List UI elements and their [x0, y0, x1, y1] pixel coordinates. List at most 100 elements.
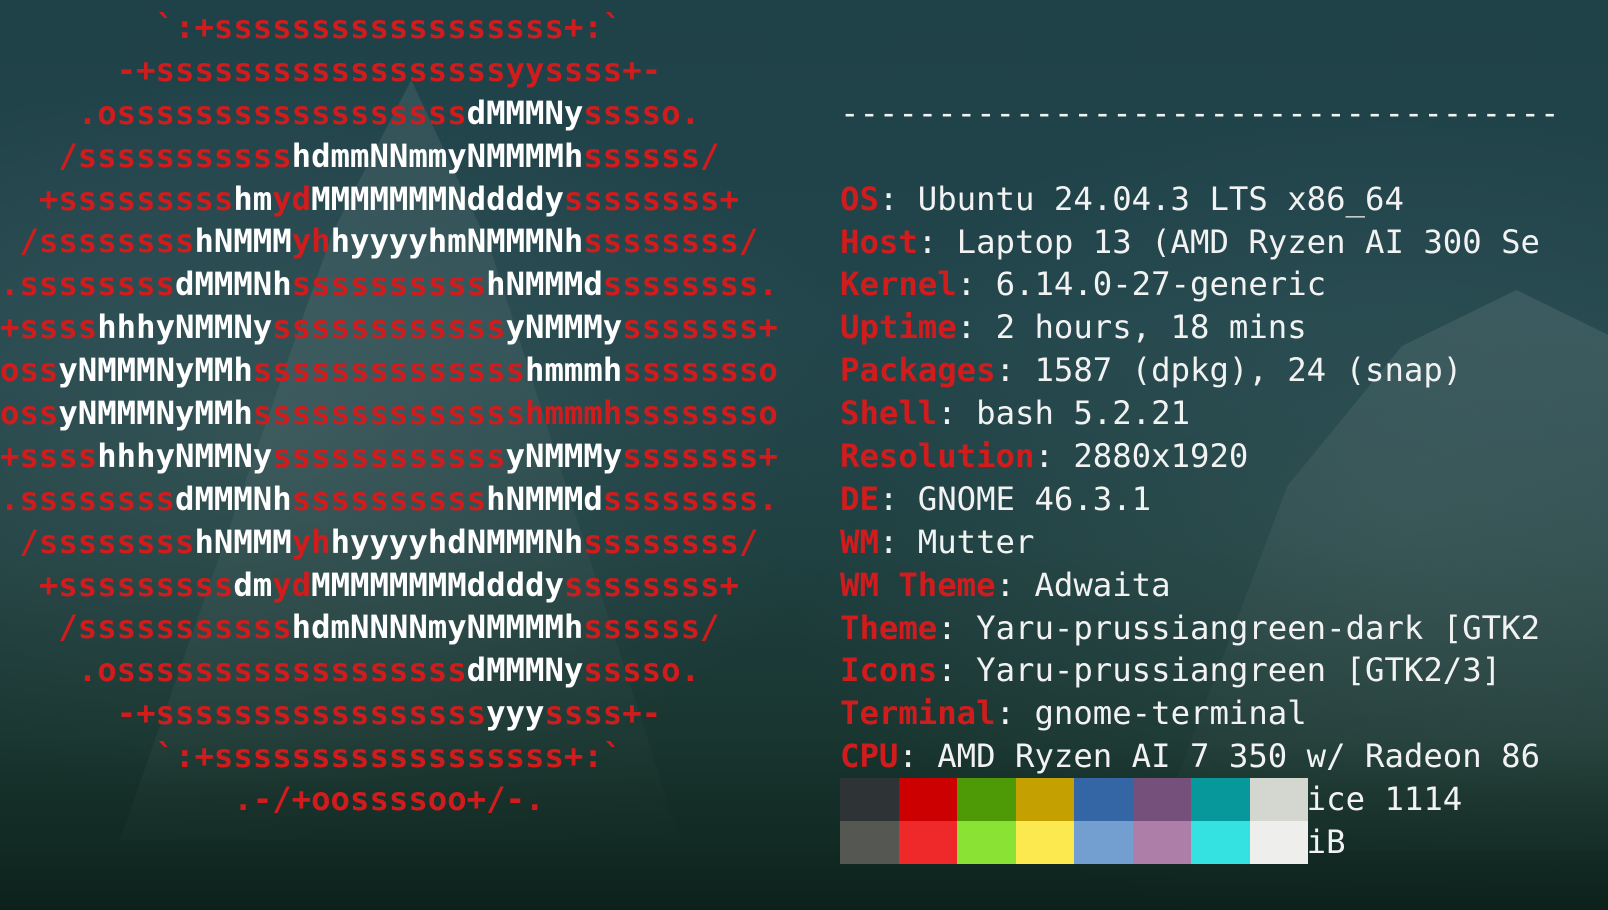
- info-key: Icons: [840, 651, 938, 690]
- info-value: GNOME 46.3.1: [917, 479, 1152, 518]
- logo-segment: .ssssssss: [0, 265, 175, 304]
- logo-segment: ssssssss+: [563, 179, 739, 218]
- logo-segment: .ossssssssssssssssss: [0, 651, 467, 690]
- logo-segment: ssssssssssssss: [252, 351, 526, 390]
- logo-segment: MMMMMMMNddddy: [311, 179, 564, 218]
- logo-line: -+ssssssssssssssssssyyssss+-: [0, 49, 800, 92]
- logo-segment: yd: [272, 565, 312, 604]
- info-colon: :: [1034, 436, 1074, 475]
- logo-segment: yd: [272, 179, 312, 218]
- info-key: Packages: [840, 351, 996, 390]
- color-swatch-normal: [1249, 778, 1308, 821]
- ubuntu-ascii-logo: `:+ssssssssssssssssss+:` -+sssssssssssss…: [0, 6, 800, 821]
- logo-segment: +ssss: [0, 436, 98, 475]
- info-value: 2880x1920: [1073, 436, 1249, 475]
- info-colon: :: [937, 651, 977, 690]
- info-value: 6.14.0-27-generic: [995, 265, 1327, 304]
- logo-segment: ssssssso: [622, 351, 778, 390]
- logo-segment: +sssssssss: [0, 565, 234, 604]
- info-row-host: Host: Laptop 13 (AMD Ryzen AI 300 Se: [840, 221, 1608, 264]
- color-swatch-bright: [1132, 821, 1191, 864]
- info-key: WM: [840, 522, 879, 561]
- logo-segment: ssssss/: [583, 608, 720, 647]
- terminal-color-palette: [840, 778, 1308, 864]
- logo-segment: hyyyyhdNMMMNh: [330, 522, 584, 561]
- logo-segment: yNMMMy: [505, 436, 623, 475]
- info-colon: :: [995, 565, 1035, 604]
- info-value: gnome-terminal: [1034, 694, 1307, 733]
- info-key: Terminal: [840, 694, 996, 733]
- logo-segment: ssssssssssss: [272, 436, 506, 475]
- logo-line: .-/+oossssoo+/-.: [0, 778, 800, 821]
- info-key: Kernel: [840, 265, 957, 304]
- logo-segment: sssssss+: [622, 436, 778, 475]
- info-colon: :: [937, 608, 977, 647]
- logo-segment: /sssssssssss: [0, 136, 292, 175]
- logo-segment: dMMMNh: [175, 265, 292, 304]
- logo-line: .ssssssssdMMMNhsssssssssshNMMMdssssssss.: [0, 263, 800, 306]
- info-key: DE: [840, 479, 879, 518]
- color-swatch-normal: [898, 778, 957, 821]
- logo-segment: +sssssssss: [0, 179, 234, 218]
- logo-segment: hhhyNMMNy: [97, 436, 273, 475]
- logo-segment: -+sssssssssssssssss: [0, 694, 487, 733]
- info-row-wm-theme: WM Theme: Adwaita: [840, 564, 1608, 607]
- logo-segment: hdmmNNmmyNMMMMh: [291, 136, 584, 175]
- logo-line: ossyNMMMNyMMhsssssssssssssshmmmhssssssso: [0, 392, 800, 435]
- color-swatch-normal: [1074, 778, 1133, 821]
- logo-line: .ossssssssssssssssssdMMMNysssso.: [0, 92, 800, 135]
- logo-segment: yNMMMNyMMh: [58, 394, 253, 433]
- logo-segment: +ssss: [0, 308, 98, 347]
- logo-line: +ssssssssshmydMMMMMMMNddddyssssssss+: [0, 178, 800, 221]
- logo-segment: hdmNNNNmyNMMMMh: [291, 608, 584, 647]
- color-swatch-normal: [1132, 778, 1191, 821]
- color-swatch-bright: [1074, 821, 1133, 864]
- info-row-uptime: Uptime: 2 hours, 18 mins: [840, 306, 1608, 349]
- color-swatch-bright: [957, 821, 1016, 864]
- info-colon: :: [995, 694, 1035, 733]
- logo-segment: yNMMMNyMMh: [58, 351, 253, 390]
- info-value: Adwaita: [1034, 565, 1171, 604]
- info-value: 2 hours, 18 mins: [995, 308, 1307, 347]
- info-colon: :: [937, 394, 977, 433]
- info-value: Ubuntu 24.04.3 LTS x86_64: [917, 179, 1404, 218]
- info-value: Yaru-prussiangreen-dark [GTK2: [976, 608, 1541, 647]
- logo-segment: ssssssss.: [602, 479, 778, 518]
- logo-segment: ssssssss+: [563, 565, 739, 604]
- info-value: 1587 (dpkg), 24 (snap): [1034, 351, 1463, 390]
- logo-segment: sssssss+: [622, 308, 778, 347]
- color-swatch-bright: [840, 821, 899, 864]
- logo-line: /sssssssshNMMMyhhyyyyhdNMMMNhssssssss/: [0, 521, 800, 564]
- info-colon: :: [956, 265, 996, 304]
- info-value: AMD Ryzen AI 7 350 w/ Radeon 86: [937, 737, 1541, 776]
- logo-line: .ssssssssdMMMNhsssssssssshNMMMdssssssss.: [0, 478, 800, 521]
- color-swatch-bright: [1249, 821, 1308, 864]
- logo-segment: oss: [0, 351, 59, 390]
- color-swatch-bright: [1015, 821, 1074, 864]
- logo-segment: ssss+-: [544, 694, 662, 733]
- logo-segment: hmmmh: [525, 351, 623, 390]
- logo-segment: `:+ssssssssssssssssss+:`: [0, 737, 623, 776]
- color-swatch-normal: [1015, 778, 1074, 821]
- info-row-packages: Packages: 1587 (dpkg), 24 (snap): [840, 349, 1608, 392]
- info-key: Theme: [840, 608, 938, 647]
- logo-line: `:+ssssssssssssssssss+:`: [0, 735, 800, 778]
- info-colon: :: [917, 222, 957, 261]
- info-row-cpu: CPU: AMD Ryzen AI 7 350 w/ Radeon 86: [840, 735, 1608, 778]
- info-colon: :: [898, 737, 938, 776]
- info-value: bash 5.2.21: [976, 394, 1191, 433]
- logo-line: +sssshhhyNMMNyssssssssssssyNMMMysssssss+: [0, 306, 800, 349]
- logo-line: +sssssssssdmydMMMMMMMMddddyssssssss+: [0, 564, 800, 607]
- info-value: Yaru-prussiangreen [GTK2/3]: [976, 651, 1502, 690]
- logo-line: .ossssssssssssssssssdMMMNysssso.: [0, 649, 800, 692]
- logo-segment: ssssssss/: [583, 222, 759, 261]
- info-row-shell: Shell: bash 5.2.21: [840, 392, 1608, 435]
- separator-line: -------------------------------------: [840, 93, 1560, 132]
- info-row-resolution: Resolution: 2880x1920: [840, 435, 1608, 478]
- info-key: CPU: [840, 737, 899, 776]
- color-swatch-bright: [898, 821, 957, 864]
- logo-segment: sssso.: [583, 651, 701, 690]
- logo-segment: .-/+oossssoo+/-.: [0, 780, 545, 819]
- info-key: OS: [840, 179, 879, 218]
- color-swatch-normal: [1191, 778, 1250, 821]
